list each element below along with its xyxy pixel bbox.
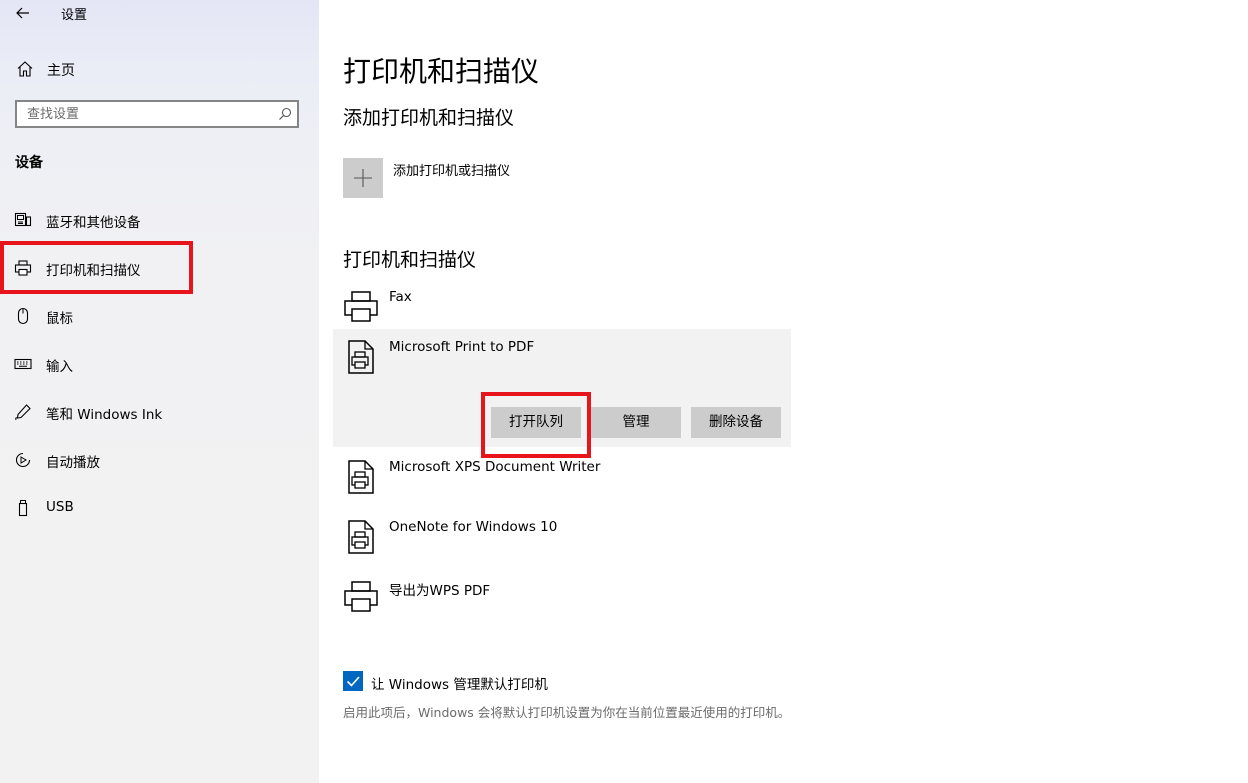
- add-printer-button[interactable]: [343, 158, 383, 198]
- device-name: Microsoft XPS Document Writer: [389, 459, 601, 475]
- sidebar-item-autoplay[interactable]: 自动播放: [0, 444, 319, 476]
- sidebar-item-label: 鼠标: [46, 311, 73, 327]
- manage-button[interactable]: 管理: [591, 407, 681, 438]
- sidebar-item-label: USB: [46, 499, 74, 515]
- device-item-fax[interactable]: Fax: [333, 279, 791, 327]
- printer-icon: [344, 291, 378, 322]
- search-box[interactable]: [15, 100, 299, 128]
- sidebar-item-usb[interactable]: USB: [0, 492, 319, 524]
- sidebar-item-label: 笔和 Windows Ink: [46, 407, 163, 423]
- mouse-icon: [17, 307, 29, 325]
- sidebar-item-mouse[interactable]: 鼠标: [0, 300, 319, 332]
- sidebar-item-label: 自动播放: [46, 455, 100, 471]
- plus-icon: [354, 169, 372, 187]
- pen-icon: [15, 404, 31, 421]
- back-arrow-icon: [16, 7, 29, 19]
- printers-list-title: 打印机和扫描仪: [343, 249, 477, 271]
- sidebar-item-bluetooth[interactable]: 蓝牙和其他设备: [0, 204, 319, 236]
- usb-icon: [18, 500, 28, 517]
- default-printer-note: 启用此项后，Windows 会将默认打印机设置为你在当前位置最近使用的打印机。: [343, 705, 791, 720]
- printer-icon: [344, 581, 378, 612]
- bluetooth-devices-icon: [14, 212, 32, 227]
- open-queue-button[interactable]: 打开队列: [491, 407, 581, 438]
- device-name: Microsoft Print to PDF: [389, 339, 535, 355]
- keyboard-icon: [14, 358, 32, 370]
- sidebar-section-title: 设备: [15, 155, 43, 171]
- device-name: OneNote for Windows 10: [389, 519, 558, 535]
- device-name: Fax: [389, 289, 412, 305]
- checkmark-icon: [346, 676, 360, 687]
- home-label: 主页: [47, 63, 75, 79]
- printer-icon: [14, 260, 32, 276]
- device-item-onenote[interactable]: OneNote for Windows 10: [333, 509, 791, 565]
- sidebar-item-label: 输入: [46, 359, 73, 375]
- sidebar-item-printers[interactable]: 打印机和扫描仪: [0, 252, 319, 284]
- device-item-wps-pdf[interactable]: 导出为WPS PDF: [333, 569, 791, 625]
- remove-device-button[interactable]: 删除设备: [691, 407, 781, 438]
- back-button[interactable]: [12, 2, 34, 24]
- home-nav-item[interactable]: 主页: [0, 56, 319, 82]
- app-title: 设置: [61, 8, 88, 23]
- sidebar: 设置 主页 设备 蓝牙和其他设备 打印机和扫描仪: [0, 0, 319, 783]
- search-icon: [279, 107, 292, 120]
- document-printer-icon: [348, 460, 374, 494]
- device-name: 导出为WPS PDF: [389, 583, 491, 599]
- search-input[interactable]: [17, 102, 267, 126]
- document-printer-icon: [348, 520, 374, 554]
- sidebar-item-label: 打印机和扫描仪: [46, 263, 141, 279]
- add-printer-label[interactable]: 添加打印机或扫描仪: [393, 160, 510, 179]
- document-printer-icon: [348, 340, 374, 374]
- device-item-xps[interactable]: Microsoft XPS Document Writer: [333, 449, 791, 505]
- home-icon: [17, 61, 33, 77]
- default-printer-checkbox[interactable]: [343, 671, 363, 691]
- add-section-title: 添加打印机和扫描仪: [343, 107, 515, 129]
- default-printer-label[interactable]: 让 Windows 管理默认打印机: [371, 673, 548, 693]
- page-title: 打印机和扫描仪: [343, 55, 540, 88]
- sidebar-item-input[interactable]: 输入: [0, 348, 319, 380]
- sidebar-item-pen[interactable]: 笔和 Windows Ink: [0, 396, 319, 428]
- autoplay-icon: [15, 452, 31, 468]
- sidebar-item-label: 蓝牙和其他设备: [46, 215, 141, 231]
